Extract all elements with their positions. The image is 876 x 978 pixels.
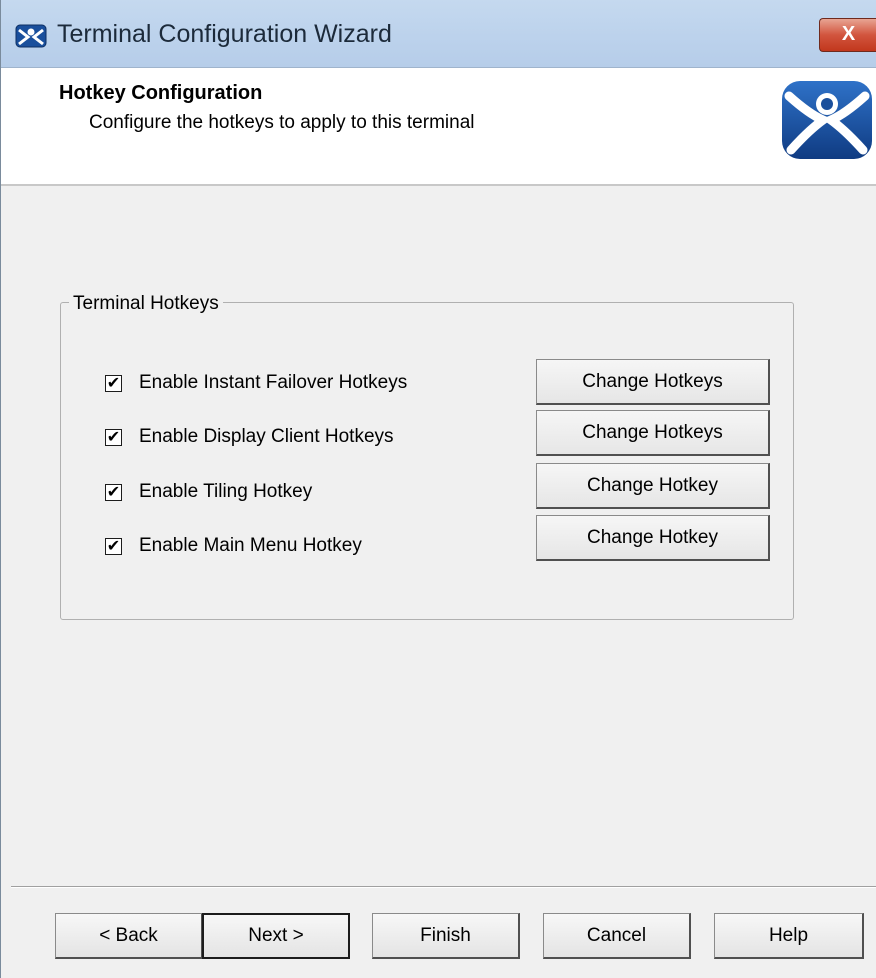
- change-display-client-hotkeys-button[interactable]: Change Hotkeys: [536, 410, 770, 456]
- main-menu-checkbox[interactable]: ✔: [105, 537, 122, 555]
- finish-button[interactable]: Finish: [372, 913, 520, 959]
- close-button[interactable]: X: [819, 18, 876, 52]
- instant-failover-label: Enable Instant Failover Hotkeys: [139, 372, 408, 393]
- title-bar[interactable]: Terminal Configuration Wizard X: [1, 0, 876, 68]
- close-icon: X: [841, 23, 856, 45]
- change-tiling-hotkey-button[interactable]: Change Hotkey: [536, 463, 770, 509]
- display-client-row[interactable]: ✔ Enable Display Client Hotkeys: [105, 422, 394, 452]
- page-subtitle: Configure the hotkeys to apply to this t…: [89, 112, 475, 133]
- tiling-checkbox[interactable]: ✔: [105, 483, 122, 501]
- thinmanager-logo-icon: [782, 81, 872, 159]
- footer-separator: [11, 886, 876, 888]
- terminal-hotkeys-group: [60, 302, 794, 620]
- help-button[interactable]: Help: [714, 913, 864, 959]
- group-legend: Terminal Hotkeys: [69, 293, 223, 315]
- instant-failover-checkbox[interactable]: ✔: [105, 374, 122, 392]
- page-title: Hotkey Configuration: [59, 82, 263, 104]
- change-failover-hotkeys-button[interactable]: Change Hotkeys: [536, 359, 770, 405]
- next-button[interactable]: Next >: [202, 913, 350, 959]
- window-title: Terminal Configuration Wizard: [57, 20, 392, 48]
- display-client-label: Enable Display Client Hotkeys: [139, 426, 394, 447]
- change-main-menu-hotkey-button[interactable]: Change Hotkey: [536, 515, 770, 561]
- tiling-row[interactable]: ✔ Enable Tiling Hotkey: [105, 477, 312, 507]
- main-menu-row[interactable]: ✔ Enable Main Menu Hotkey: [105, 531, 362, 561]
- display-client-checkbox[interactable]: ✔: [105, 428, 122, 446]
- main-menu-label: Enable Main Menu Hotkey: [139, 535, 362, 556]
- back-button[interactable]: < Back: [55, 913, 203, 959]
- wizard-window: Terminal Configuration Wizard X Hotkey C…: [0, 0, 876, 978]
- cancel-button[interactable]: Cancel: [543, 913, 691, 959]
- wizard-header: Hotkey Configuration Configure the hotke…: [1, 68, 876, 186]
- thinmanager-icon: [15, 24, 47, 48]
- instant-failover-row[interactable]: ✔ Enable Instant Failover Hotkeys: [105, 368, 407, 398]
- tiling-label: Enable Tiling Hotkey: [139, 481, 313, 502]
